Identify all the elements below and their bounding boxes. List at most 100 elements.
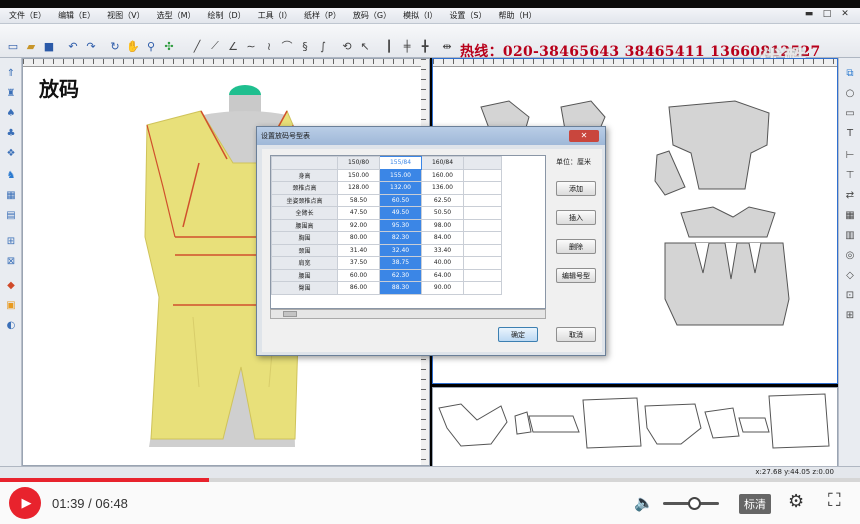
column-header[interactable]: [271, 156, 338, 170]
volume-knob[interactable]: [687, 497, 701, 510]
grade-tool-icon[interactable]: ⊞: [843, 308, 857, 322]
table-cell[interactable]: [463, 231, 502, 245]
shirt-icon[interactable]: ♠: [4, 106, 18, 120]
column-header[interactable]: [463, 156, 502, 170]
node-tool-icon[interactable]: ◎: [843, 248, 857, 262]
pattern-select-icon[interactable]: ⧉: [843, 66, 857, 80]
spline-tool-icon[interactable]: ≀: [262, 39, 276, 53]
arc-tool-icon[interactable]: ⌒: [280, 39, 294, 53]
ruler-icon[interactable]: ⊞: [4, 234, 18, 248]
height-tool-icon[interactable]: ⊤: [843, 168, 857, 182]
table-cell[interactable]: 160.00: [421, 168, 464, 182]
menu-item[interactable]: 纸样（P）: [298, 10, 347, 21]
table-cell[interactable]: 88.30: [379, 281, 422, 295]
text-tool-icon[interactable]: T: [843, 126, 857, 140]
table-cell[interactable]: 90.00: [421, 281, 464, 295]
table-cell[interactable]: 60.00: [337, 268, 380, 282]
menu-item[interactable]: 编辑（E）: [52, 10, 101, 21]
palette-icon[interactable]: ▣: [4, 298, 18, 312]
table-cell[interactable]: 86.00: [337, 281, 380, 295]
light-icon[interactable]: ◐: [4, 318, 18, 332]
menu-item[interactable]: 设置（S）: [443, 10, 492, 21]
table-cell[interactable]: 40.00: [421, 256, 464, 270]
table-cell[interactable]: 62.30: [379, 268, 422, 282]
column-header[interactable]: 160/84: [421, 156, 464, 170]
garment-icon[interactable]: ♣: [4, 126, 18, 140]
cancel-button[interactable]: 取消: [556, 327, 596, 342]
table-cell[interactable]: 47.50: [337, 206, 380, 220]
rotate-tool-icon[interactable]: ⟲: [340, 39, 354, 53]
table-cell[interactable]: [463, 281, 502, 295]
table-cell[interactable]: 136.00: [421, 181, 464, 195]
add-size-button[interactable]: 添加: [556, 181, 596, 196]
pin-tool-icon[interactable]: ┃: [382, 39, 396, 53]
table-cell[interactable]: [463, 206, 502, 220]
save-icon[interactable]: ■: [42, 39, 56, 53]
distance-tool-icon[interactable]: ⊢: [843, 148, 857, 162]
table-cell[interactable]: [463, 193, 502, 207]
table-cell[interactable]: 80.00: [337, 231, 380, 245]
delete-size-button[interactable]: 删除: [556, 239, 596, 254]
close-icon[interactable]: ✕: [838, 8, 852, 20]
rectangle-tool-icon[interactable]: ▭: [843, 106, 857, 120]
menu-item[interactable]: 放码（G）: [347, 10, 397, 21]
dress-form-icon[interactable]: ♜: [4, 86, 18, 100]
table-cell[interactable]: 38.75: [379, 256, 422, 270]
grid-view-icon[interactable]: ▦: [843, 208, 857, 222]
table-row[interactable]: 肩宽 37.50 38.75 40.00: [271, 256, 502, 270]
table-cell[interactable]: 31.40: [337, 243, 380, 257]
menu-item[interactable]: 模拟（I）: [397, 10, 443, 21]
move-up-icon[interactable]: ⇑: [4, 66, 18, 80]
table-row[interactable]: 全臂长 47.50 49.50 50.50: [271, 206, 502, 220]
column-header[interactable]: 150/80: [337, 156, 380, 170]
notch-tool-icon[interactable]: ◇: [843, 268, 857, 282]
refresh-icon[interactable]: ↻: [108, 39, 122, 53]
undo-icon[interactable]: ↶: [66, 39, 80, 53]
table-cell[interactable]: [463, 256, 502, 270]
maximize-icon[interactable]: □: [820, 8, 834, 20]
grid-tool-icon[interactable]: ╋: [418, 39, 432, 53]
pointer-tool-icon[interactable]: ↖: [358, 39, 372, 53]
menu-item[interactable]: 工具（I）: [252, 10, 298, 21]
texture-icon[interactable]: ❖: [4, 146, 18, 160]
circle-tool-icon[interactable]: ○: [843, 86, 857, 100]
table-row[interactable]: 颈围 31.40 32.40 33.40: [271, 243, 502, 257]
table-row[interactable]: 颈椎点高 128.00 132.00 136.00: [271, 181, 502, 195]
quality-button[interactable]: 标清: [739, 494, 771, 514]
table-cell[interactable]: 95.30: [379, 218, 422, 232]
table-cell[interactable]: 32.40: [379, 243, 422, 257]
table-cell[interactable]: 82.30: [379, 231, 422, 245]
table-row[interactable]: 胸围 80.00 82.30 84.00: [271, 231, 502, 245]
menu-item[interactable]: 视图（V）: [101, 10, 150, 21]
dialog-close-button[interactable]: ✕: [569, 130, 599, 142]
table-cell[interactable]: 50.50: [421, 206, 464, 220]
insert-size-button[interactable]: 插入: [556, 210, 596, 225]
table-cell[interactable]: 60.50: [379, 193, 422, 207]
body-icon[interactable]: ♞: [4, 168, 18, 182]
table-cell[interactable]: 64.00: [421, 268, 464, 282]
flip-tool-icon[interactable]: ⇄: [843, 188, 857, 202]
table-cell[interactable]: 155.00: [379, 168, 422, 182]
angle-tool-icon[interactable]: ∠: [226, 39, 240, 53]
table-cell[interactable]: 49.50: [379, 206, 422, 220]
pattern-pieces-strip[interactable]: [433, 388, 837, 466]
horizontal-scrollbar[interactable]: [270, 309, 546, 319]
size-table-grid[interactable]: 150/80 155/84 160/84 身高 150.00 155.00 160.00 颈…: [270, 155, 546, 309]
table-row[interactable]: 身高 150.00 155.00 160.00: [271, 168, 502, 182]
zoom-icon[interactable]: ⚲: [144, 39, 158, 53]
fit-view-icon[interactable]: ✣: [162, 39, 176, 53]
play-button[interactable]: ▶: [9, 487, 41, 519]
table-cell[interactable]: [463, 268, 502, 282]
column-header[interactable]: 155/84: [379, 156, 422, 170]
table-row[interactable]: 腰围 60.00 62.30 64.00: [271, 268, 502, 282]
curve-tool-icon[interactable]: ∼: [244, 39, 258, 53]
color-icon[interactable]: ◆: [4, 278, 18, 292]
table-cell[interactable]: 128.00: [337, 181, 380, 195]
layer-icon[interactable]: ▥: [843, 228, 857, 242]
table-cell[interactable]: 37.50: [337, 256, 380, 270]
table-cell[interactable]: 92.00: [337, 218, 380, 232]
fabric-icon[interactable]: ▦: [4, 188, 18, 202]
mesh-icon[interactable]: ▤: [4, 208, 18, 222]
ok-button[interactable]: 确定: [498, 327, 538, 342]
table-cell[interactable]: 98.00: [421, 218, 464, 232]
